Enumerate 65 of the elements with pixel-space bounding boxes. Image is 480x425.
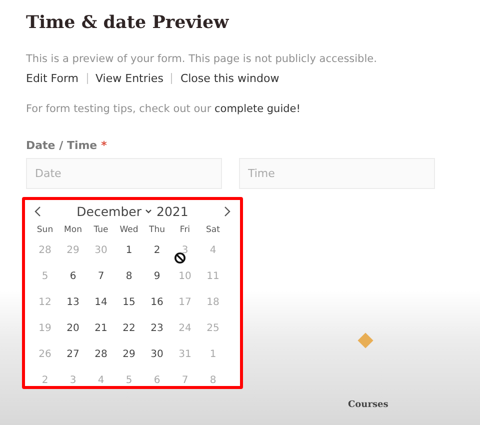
calendar-day: 28 [38, 244, 52, 258]
calendar-day: 18 [206, 296, 220, 310]
calendar-day[interactable]: 23 [150, 322, 164, 336]
calendar-day: 26 [38, 348, 52, 362]
weekday-label: Thu [148, 224, 166, 237]
calendar-day[interactable]: 22 [122, 322, 136, 336]
calendar-day[interactable]: 30 [150, 348, 164, 362]
calendar-day: 5 [126, 374, 132, 386]
calendar-day: 25 [206, 322, 220, 336]
guide-link[interactable]: complete guide! [214, 103, 300, 115]
calendar-day: 24 [178, 322, 192, 336]
calendar-day[interactable]: 27 [66, 348, 80, 362]
calendar-day: 3 [182, 244, 188, 258]
weekday-label: Sun [36, 224, 54, 237]
calendar-day: 5 [42, 270, 48, 284]
nav-link[interactable]: View Entries [96, 72, 164, 85]
weekday-label: Wed [118, 224, 140, 237]
weekday-label: Mon [63, 224, 83, 237]
calendar-day: 12 [38, 296, 52, 310]
calendar-day: 1 [210, 348, 216, 362]
calendar-day[interactable]: 15 [122, 296, 136, 310]
calendar-day: 6 [154, 374, 160, 386]
calendar-day: 29 [66, 244, 80, 258]
calendar-day: 10 [178, 270, 192, 284]
required-mark: * [101, 139, 107, 152]
calendar-day: 3 [70, 374, 76, 386]
preview-notice: This is a preview of your form. This page is not publicly accessible. [26, 52, 378, 66]
courses-label: Courses [348, 400, 388, 410]
input-field[interactable]: Date [26, 158, 222, 189]
caret-icon [144, 208, 152, 214]
calendar-day[interactable]: 14 [94, 296, 108, 310]
calendar-day: 30 [94, 244, 108, 258]
weekday-label: Fri [178, 224, 192, 237]
calendar-day[interactable]: 29 [122, 348, 136, 362]
calendar-day: 4 [210, 244, 216, 258]
calendar-day[interactable]: 1 [126, 244, 132, 258]
input-field[interactable]: Time [239, 158, 435, 189]
calendar-day: 19 [38, 322, 52, 336]
calendar-day[interactable]: 21 [94, 322, 108, 336]
calendar-day: 2 [42, 374, 48, 386]
nav-link[interactable]: Close this window [180, 72, 280, 85]
calendar-day: 31 [178, 348, 192, 362]
calendar-day[interactable]: 2 [154, 244, 160, 258]
tip-text: For form testing tips, check out our complete guide! [26, 103, 302, 115]
calendar-day[interactable]: 9 [154, 270, 160, 284]
calendar-day[interactable]: 13 [66, 296, 80, 310]
calendar-day[interactable]: 28 [94, 348, 108, 362]
year-field[interactable]: 2021 [156, 204, 188, 218]
weekday-label: Sat [205, 224, 221, 237]
page-title: Time & date Preview [26, 12, 230, 35]
calendar-day[interactable]: 16 [150, 296, 164, 310]
not-allowed-cursor-icon [174, 252, 186, 264]
month-select[interactable]: December [76, 204, 152, 218]
nav-link[interactable]: Edit Form [26, 72, 79, 85]
weekday-label: Tue [92, 224, 110, 237]
calendar-day[interactable]: 8 [126, 270, 132, 284]
calendar-day: 17 [178, 296, 192, 310]
calendar-day: 7 [182, 374, 188, 386]
calendar-day: 4 [98, 374, 104, 386]
calendar-day[interactable]: 6 [70, 270, 76, 284]
calendar-day: 11 [206, 270, 220, 284]
field-label: Date / Time [26, 139, 98, 152]
calendar-day[interactable]: 20 [66, 322, 80, 336]
calendar-day[interactable]: 7 [98, 270, 104, 284]
calendar-day: 8 [210, 374, 216, 386]
